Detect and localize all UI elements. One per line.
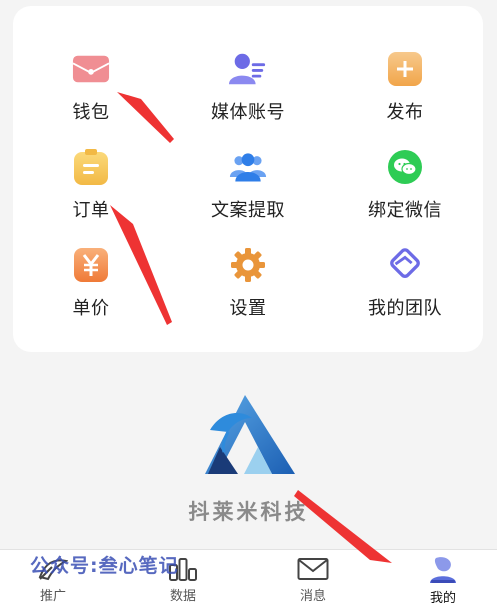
menu-item-media-account[interactable]: 媒体账号: [183, 50, 313, 130]
menu-item-wallet[interactable]: 钱包: [26, 50, 156, 130]
menu-item-publish[interactable]: 发布: [340, 50, 470, 130]
yuan-price-icon: [72, 246, 110, 284]
media-account-icon: [229, 50, 267, 88]
publish-plus-icon: [386, 50, 424, 88]
menu-item-unit-price[interactable]: 单价: [26, 246, 156, 326]
menu-item-order[interactable]: 订单: [26, 148, 156, 228]
envelope-icon: [297, 557, 329, 581]
handshake-icon: [386, 246, 424, 284]
tab-mine[interactable]: 我的: [398, 550, 488, 603]
tab-label-mine: 我的: [429, 591, 456, 603]
gear-icon: [229, 246, 267, 284]
menu-label-publish: 发布: [386, 102, 424, 123]
brand-name: 抖莱米科技: [188, 499, 309, 524]
tab-label-data: 数据: [169, 589, 196, 603]
watermark-text: 公众号:叁心笔记: [30, 555, 179, 577]
menu-card: 钱包 媒体账号 发布 订单 文案提取 绑定微信 单价 设置 我的团队: [13, 6, 483, 352]
menu-item-bind-wechat[interactable]: 绑定微信: [340, 148, 470, 228]
menu-label-wallet: 钱包: [72, 102, 110, 123]
users-group-icon: [229, 148, 267, 186]
menu-item-my-team[interactable]: 我的团队: [340, 246, 470, 326]
menu-label-my-team: 我的团队: [368, 298, 442, 319]
menu-label-media-account: 媒体账号: [211, 102, 285, 123]
menu-label-copy-extract: 文案提取: [211, 200, 285, 221]
menu-label-order: 订单: [72, 200, 110, 221]
menu-label-bind-wechat: 绑定微信: [368, 200, 442, 221]
brand-logo: [200, 392, 300, 476]
order-clipboard-icon: [72, 148, 110, 186]
menu-label-unit-price: 单价: [72, 298, 110, 319]
menu-item-copy-extract[interactable]: 文案提取: [183, 148, 313, 228]
wechat-icon: [386, 148, 424, 186]
profile-icon: [427, 557, 459, 583]
wallet-icon: [72, 50, 110, 88]
tab-messages[interactable]: 消息: [268, 550, 358, 603]
tab-label-messages: 消息: [299, 589, 326, 603]
menu-label-settings: 设置: [229, 298, 267, 319]
tab-label-promote: 推广: [39, 589, 66, 603]
menu-item-settings[interactable]: 设置: [183, 246, 313, 326]
